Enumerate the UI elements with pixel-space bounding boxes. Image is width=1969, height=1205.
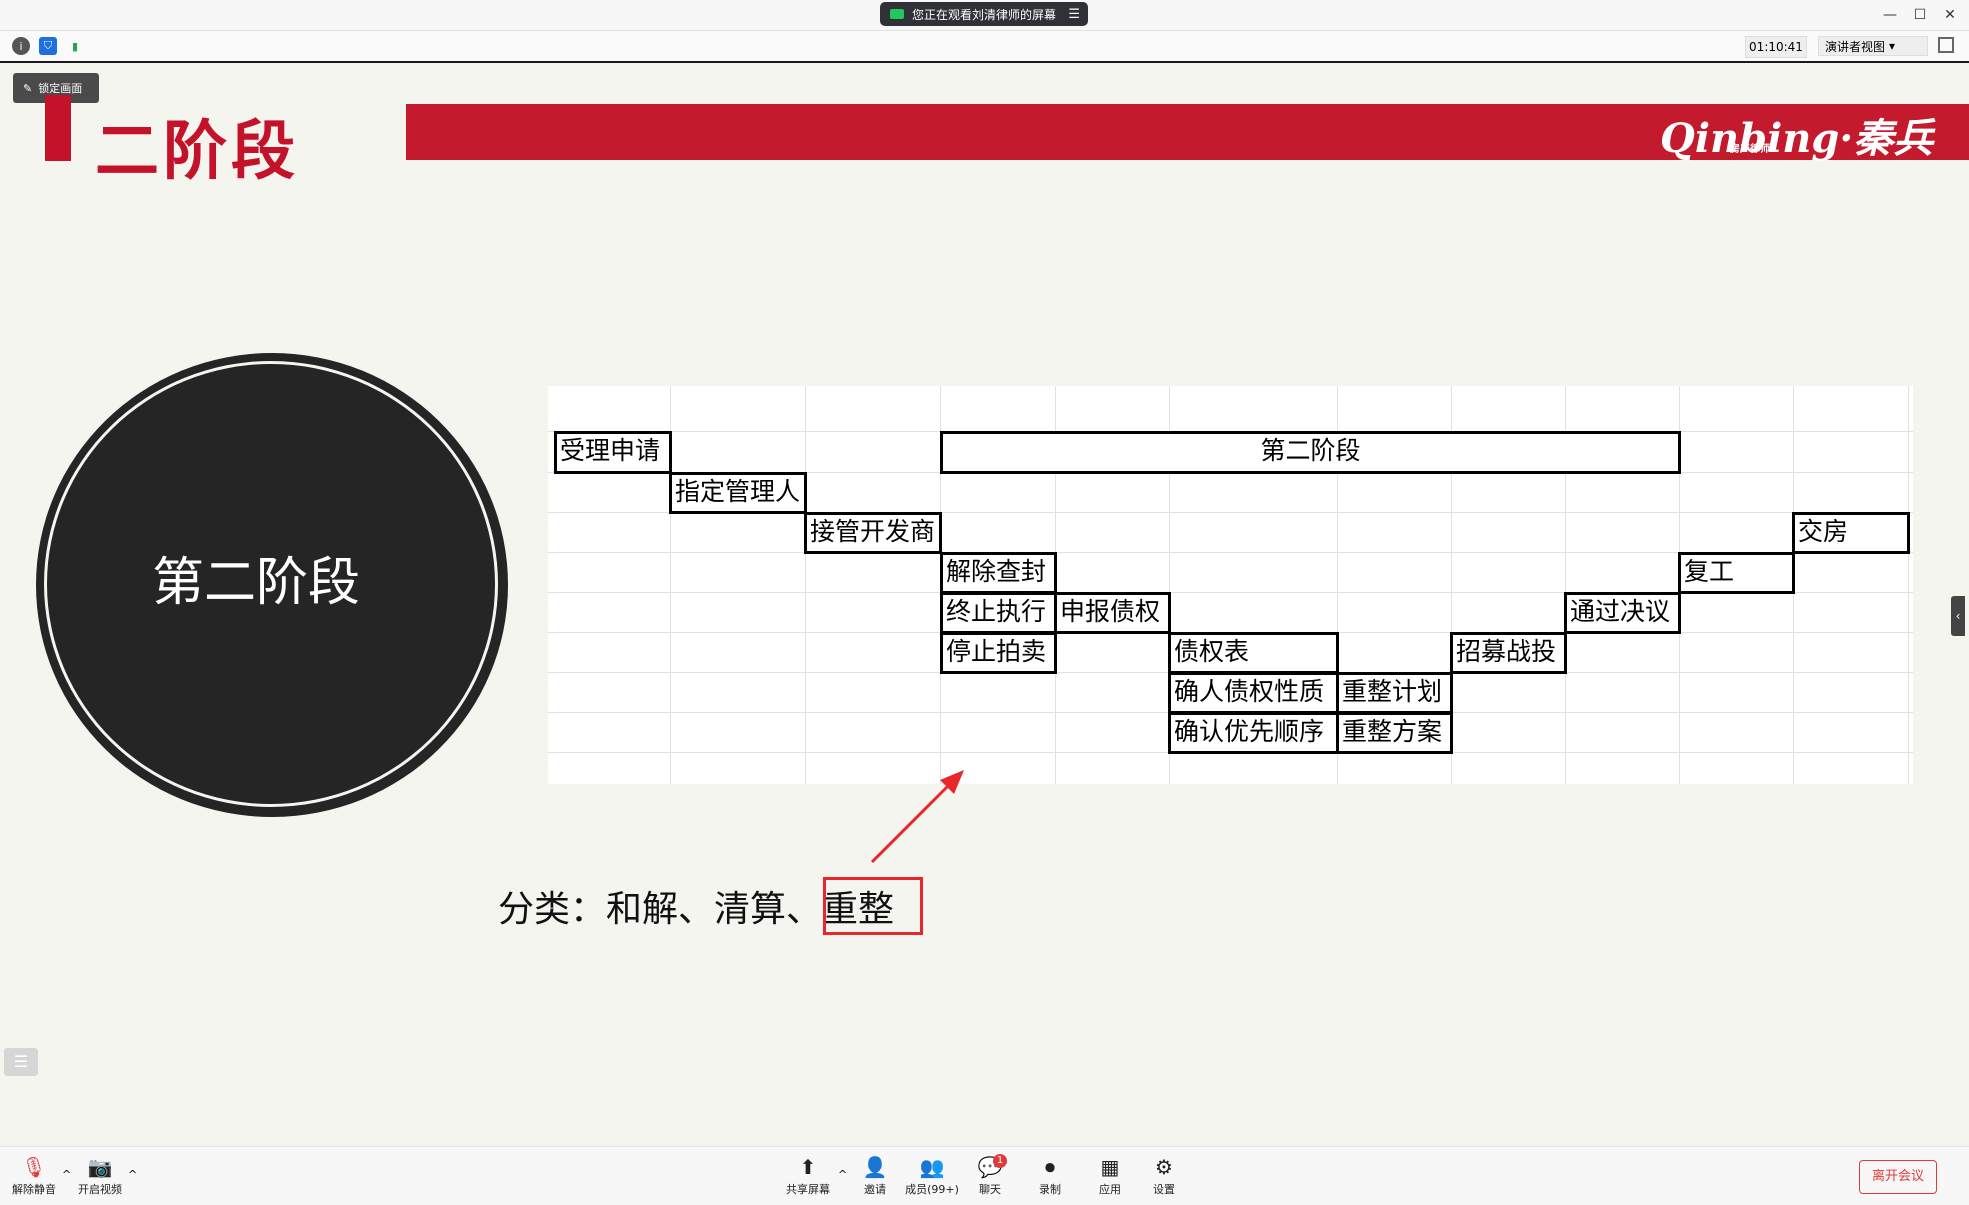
step-appoint: 指定管理人 xyxy=(669,472,807,514)
video-label: 开启视频 xyxy=(78,1183,122,1196)
step-declare: 申报债权 xyxy=(1054,592,1171,634)
chevron-down-icon: ▾ xyxy=(1889,39,1896,53)
maximize-button[interactable]: ☐ xyxy=(1908,4,1932,26)
chat-icon: 💬 xyxy=(977,1155,1003,1179)
chat-button[interactable]: 💬 聊天 xyxy=(958,1155,1022,1197)
step-vote: 通过决议 xyxy=(1564,592,1681,634)
screen-share-banner[interactable]: 您正在观看刘清律师的屏幕 ☰ xyxy=(880,2,1088,26)
brand-logo-subtitle: 房产律师 xyxy=(1730,144,1770,155)
step-priority: 确认优先顺序 xyxy=(1168,712,1339,754)
view-mode-button[interactable]: 演讲者视图 ▾ xyxy=(1818,36,1928,56)
step-accept: 受理申请 xyxy=(554,431,672,474)
record-icon: ⏺ xyxy=(1045,1155,1055,1179)
security-icon[interactable]: ⛉ xyxy=(39,37,57,55)
title-accent-bar xyxy=(45,95,71,161)
invite-icon: 👤 xyxy=(862,1155,888,1179)
pin-icon: ✎ xyxy=(23,81,33,95)
stage-circle-text: 第二阶段 xyxy=(151,553,360,613)
step-stop-auction: 停止拍卖 xyxy=(940,632,1057,674)
camera-off-icon: 📷 xyxy=(87,1155,113,1179)
close-button[interactable]: ✕ xyxy=(1938,4,1962,26)
members-icon: 👥 xyxy=(919,1155,945,1179)
step-nature: 确人债权性质 xyxy=(1168,672,1339,714)
step-takeover: 接管开发商 xyxy=(804,512,942,554)
annotation-arrow xyxy=(870,770,964,864)
grid-line xyxy=(805,386,806,784)
invite-label: 邀请 xyxy=(864,1183,886,1196)
record-button[interactable]: ⏺ 录制 xyxy=(1018,1155,1082,1197)
share-screen-button[interactable]: ⬆ 共享屏幕 xyxy=(776,1155,840,1197)
screen-share-icon xyxy=(890,9,904,19)
menu-icon[interactable]: ☰ xyxy=(1068,7,1080,22)
step-claims: 债权表 xyxy=(1168,632,1339,674)
record-label: 录制 xyxy=(1039,1183,1061,1196)
fullscreen-icon[interactable] xyxy=(1938,37,1954,53)
unmute-button[interactable]: 🎙 解除静音 xyxy=(2,1155,66,1197)
mic-muted-icon: 🎙 xyxy=(21,1155,47,1179)
step-release: 解除查封 xyxy=(940,552,1057,594)
step-plan: 重整计划 xyxy=(1336,672,1453,714)
step-terminate: 终止执行 xyxy=(940,592,1057,634)
slide-title: 二阶段 xyxy=(95,114,299,189)
meeting-toolbar: i ⛉ ▮ 01:10:41 演讲者视图 ▾ xyxy=(0,31,1969,63)
minimize-button[interactable]: — xyxy=(1878,4,1902,26)
share-screen-label: 共享屏幕 xyxy=(786,1183,830,1196)
unmute-label: 解除静音 xyxy=(12,1183,56,1196)
highlight-box xyxy=(823,877,923,935)
side-panel-handle[interactable]: ‹ xyxy=(1951,596,1965,636)
step-deliver: 交房 xyxy=(1792,512,1910,554)
step-recruit: 招募战投 xyxy=(1450,632,1567,674)
members-label: 成员(99+) xyxy=(905,1183,959,1196)
caption-prefix: 分类：和解、清算、 xyxy=(498,889,823,930)
video-button[interactable]: 📷 开启视频 xyxy=(68,1155,132,1197)
signal-icon[interactable]: ▮ xyxy=(66,37,84,55)
view-mode-label: 演讲者视图 xyxy=(1825,39,1886,54)
chat-badge: 1 xyxy=(993,1154,1007,1168)
grid-line xyxy=(1908,386,1909,784)
info-icon[interactable]: i xyxy=(12,37,30,55)
leave-meeting-button[interactable]: 离开会议 xyxy=(1859,1160,1937,1194)
share-screen-icon: ⬆ xyxy=(799,1155,817,1179)
screen-share-text: 您正在观看刘清律师的屏幕 xyxy=(912,7,1057,22)
members-button[interactable]: 👥 成员(99+) xyxy=(900,1155,964,1197)
invite-button[interactable]: 👤 邀请 xyxy=(843,1155,907,1197)
brand-logo: Qinbing·秦兵 xyxy=(1660,115,1934,162)
settings-label: 设置 xyxy=(1153,1183,1175,1196)
gear-icon: ⚙ xyxy=(1155,1155,1173,1179)
step-scheme: 重整方案 xyxy=(1336,712,1453,754)
lock-view-label: 锁定画面 xyxy=(38,82,83,95)
list-icon[interactable]: ☰ xyxy=(4,1048,38,1076)
meeting-timer: 01:10:41 xyxy=(1745,36,1807,58)
stage-header-cell: 第二阶段 xyxy=(940,431,1681,474)
video-options-chevron-icon[interactable]: ^ xyxy=(128,1168,137,1181)
step-resume: 复工 xyxy=(1678,552,1795,594)
settings-button[interactable]: ⚙ 设置 xyxy=(1132,1155,1196,1197)
chat-label: 聊天 xyxy=(979,1183,1001,1196)
